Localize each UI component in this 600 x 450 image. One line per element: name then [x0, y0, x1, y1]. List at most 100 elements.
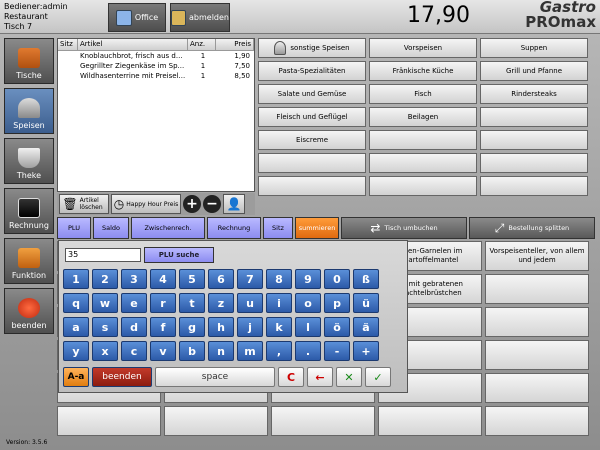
category-button[interactable]: Eiscreme — [258, 130, 366, 150]
category-button[interactable]: Beilagen — [369, 107, 477, 127]
table-row[interactable]: Knoblauchbrot, frisch aus d... 1 1,90 — [58, 51, 254, 61]
key-3-7[interactable]: , — [266, 341, 292, 361]
key-3-2[interactable]: c — [121, 341, 147, 361]
key-1-2[interactable]: e — [121, 293, 147, 313]
key-0-6[interactable]: 7 — [237, 269, 263, 289]
product-button[interactable] — [164, 406, 268, 436]
key-3-1[interactable]: x — [92, 341, 118, 361]
key-1-8[interactable]: o — [295, 293, 321, 313]
category-button[interactable]: Suppen — [480, 38, 588, 58]
nav-theke-button[interactable]: Theke — [4, 138, 54, 184]
key-3-5[interactable]: n — [208, 341, 234, 361]
nav-rechnung-button[interactable]: Rechnung — [4, 188, 54, 234]
close-keyboard-button[interactable]: beenden — [92, 367, 152, 387]
product-button[interactable]: Vorspeisenteller, von allem und jedem — [485, 241, 589, 271]
nav-speisen-button[interactable]: Speisen — [4, 88, 54, 134]
key-1-3[interactable]: r — [150, 293, 176, 313]
key-0-2[interactable]: 3 — [121, 269, 147, 289]
product-button[interactable] — [485, 307, 589, 337]
key-0-10[interactable]: ß — [353, 269, 379, 289]
plu-input[interactable]: 35 — [65, 248, 141, 262]
key-0-9[interactable]: 0 — [324, 269, 350, 289]
plus-icon[interactable]: + — [183, 195, 201, 213]
category-button[interactable] — [258, 153, 366, 173]
key-3-6[interactable]: m — [237, 341, 263, 361]
key-2-1[interactable]: s — [92, 317, 118, 337]
key-1-4[interactable]: t — [179, 293, 205, 313]
product-button[interactable] — [485, 274, 589, 304]
key-3-3[interactable]: v — [150, 341, 176, 361]
key-0-3[interactable]: 4 — [150, 269, 176, 289]
key-2-8[interactable]: l — [295, 317, 321, 337]
category-button[interactable]: Fleisch und Geflügel — [258, 107, 366, 127]
table-row[interactable]: Gegrillter Ziegenkäse im Sp... 1 7,50 — [58, 61, 254, 71]
key-2-10[interactable]: ä — [353, 317, 379, 337]
product-button[interactable] — [378, 406, 482, 436]
category-button[interactable]: Fränkische Küche — [369, 61, 477, 81]
backspace-icon[interactable]: ← — [307, 367, 333, 387]
sitz-button[interactable]: Sitz — [263, 217, 293, 239]
category-button[interactable]: sonstige Speisen — [258, 38, 366, 58]
category-button[interactable]: Grill und Pfanne — [480, 61, 588, 81]
key-2-5[interactable]: h — [208, 317, 234, 337]
category-button[interactable] — [480, 153, 588, 173]
category-button[interactable] — [369, 153, 477, 173]
key-2-4[interactable]: g — [179, 317, 205, 337]
abmelden-button[interactable]: abmelden — [170, 3, 230, 32]
category-button[interactable]: Vorspeisen — [369, 38, 477, 58]
key-0-4[interactable]: 5 — [179, 269, 205, 289]
category-button[interactable]: Rindersteaks — [480, 84, 588, 104]
office-button[interactable]: Office — [108, 3, 166, 32]
key-3-0[interactable]: y — [63, 341, 89, 361]
key-0-7[interactable]: 8 — [266, 269, 292, 289]
key-1-7[interactable]: i — [266, 293, 292, 313]
key-2-9[interactable]: ö — [324, 317, 350, 337]
key-1-6[interactable]: u — [237, 293, 263, 313]
key-3-10[interactable]: + — [353, 341, 379, 361]
table-row[interactable]: Wildhasenterrine mit Preisel... 1 8,50 — [58, 71, 254, 81]
zwischenrech-button[interactable]: Zwischenrech. — [131, 217, 205, 239]
tisch-umbuchen-button[interactable]: ⇄ Tisch umbuchen — [341, 217, 467, 239]
key-2-6[interactable]: j — [237, 317, 263, 337]
nav-beenden-button[interactable]: beenden — [4, 288, 54, 334]
happy-hour-button[interactable]: ◷ Happy Hour Preis — [111, 194, 181, 214]
category-button[interactable] — [369, 130, 477, 150]
minus-icon[interactable]: − — [203, 195, 221, 213]
product-button[interactable] — [57, 406, 161, 436]
key-1-9[interactable]: p — [324, 293, 350, 313]
category-button[interactable] — [258, 176, 366, 196]
category-button[interactable]: Fisch — [369, 84, 477, 104]
product-button[interactable] — [271, 406, 375, 436]
nav-tische-button[interactable]: Tische — [4, 38, 54, 84]
key-1-1[interactable]: w — [92, 293, 118, 313]
nav-funktion-button[interactable]: Funktion — [4, 238, 54, 284]
category-button[interactable] — [369, 176, 477, 196]
key-3-8[interactable]: . — [295, 341, 321, 361]
key-3-9[interactable]: - — [324, 341, 350, 361]
saldo-button[interactable]: Saldo — [93, 217, 129, 239]
bestellung-splitten-button[interactable]: ⤢ Bestellung splitten — [469, 217, 595, 239]
product-button[interactable] — [485, 340, 589, 370]
key-2-7[interactable]: k — [266, 317, 292, 337]
key-1-10[interactable]: ü — [353, 293, 379, 313]
clear-key[interactable]: C — [278, 367, 304, 387]
confirm-key[interactable]: ✓ — [365, 367, 391, 387]
summieren-button[interactable]: summieren — [295, 217, 339, 239]
plu-search-button[interactable]: PLU suche — [144, 247, 214, 263]
category-button[interactable]: Salate und Gemüse — [258, 84, 366, 104]
rechnung-button[interactable]: Rechnung — [207, 217, 261, 239]
space-key[interactable]: space — [155, 367, 275, 387]
key-0-5[interactable]: 6 — [208, 269, 234, 289]
category-button[interactable] — [480, 130, 588, 150]
product-button[interactable] — [485, 373, 589, 403]
key-0-8[interactable]: 9 — [295, 269, 321, 289]
product-button[interactable] — [485, 406, 589, 436]
key-0-0[interactable]: 1 — [63, 269, 89, 289]
plu-button[interactable]: PLU — [57, 217, 91, 239]
key-1-0[interactable]: q — [63, 293, 89, 313]
waiter-button[interactable]: 👤 — [223, 194, 245, 214]
key-3-4[interactable]: b — [179, 341, 205, 361]
shift-key[interactable]: A-a — [63, 367, 89, 387]
order-table[interactable]: Sitz Artikel Anz. Preis Knoblauchbrot, f… — [57, 38, 255, 192]
cancel-icon[interactable]: ✕ — [336, 367, 362, 387]
